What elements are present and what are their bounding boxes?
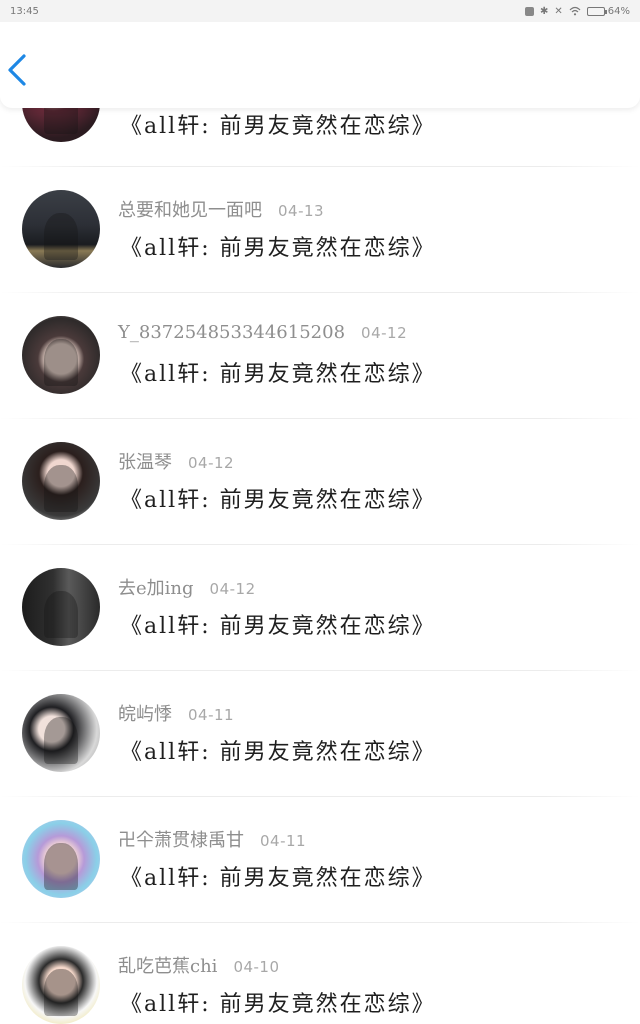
battery-indicator: 64% <box>586 5 630 17</box>
list-item[interactable]: 皖屿悸 04-11 《all轩: 前男友竟然在恋综》 <box>0 694 640 820</box>
date: 04-11 <box>260 832 307 850</box>
username[interactable]: 皖屿悸 <box>118 700 172 726</box>
divider <box>0 544 640 545</box>
username[interactable]: 总要和她见一面吧 <box>118 196 262 222</box>
status-time: 13:45 <box>10 5 39 17</box>
chevron-left-icon <box>8 54 26 86</box>
list-item[interactable]: 卍仐萧贯棣禹甘 04-11 《all轩: 前男友竟然在恋综》 <box>0 820 640 946</box>
name-line: 皖屿悸 04-11 <box>118 700 234 726</box>
date: 04-12 <box>361 324 408 342</box>
avatar[interactable] <box>22 946 100 1024</box>
avatar[interactable] <box>22 442 100 520</box>
divider <box>0 670 640 671</box>
name-line: 乱吃芭蕉chi 04-10 <box>118 952 280 978</box>
divider <box>0 418 640 419</box>
top-navigation-bar <box>0 22 640 108</box>
battery-text: 64% <box>607 5 630 17</box>
comment-text: 《all轩: 前男友竟然在恋综》 <box>120 236 436 261</box>
list-item[interactable]: 去e加ing 04-12 《all轩: 前男友竟然在恋综》 <box>0 568 640 694</box>
username[interactable]: 去e加ing <box>118 574 194 600</box>
comment-text: 《all轩: 前男友竟然在恋综》 <box>120 740 436 765</box>
username[interactable]: Y_837254853344615208 <box>118 322 345 343</box>
status-bar: 13:45 ✱ ✕ 64% <box>0 0 640 22</box>
comment-text: 《all轩: 前男友竟然在恋综》 <box>120 362 436 387</box>
username[interactable]: 张温琴 <box>118 448 172 474</box>
avatar[interactable] <box>22 190 100 268</box>
name-line: 卍仐萧贯棣禹甘 04-11 <box>118 826 306 852</box>
comment-text: 《all轩: 前男友竟然在恋综》 <box>120 614 436 639</box>
name-line: 总要和她见一面吧 04-13 <box>118 196 324 222</box>
status-icons: ✱ ✕ 64% <box>524 5 630 17</box>
nfc-icon <box>524 6 534 16</box>
username[interactable]: 卍仐萧贯棣禹甘 <box>118 826 244 852</box>
battery-icon <box>586 6 607 16</box>
list-item[interactable]: Y_837254853344615208 04-12 《all轩: 前男友竟然在… <box>0 316 640 442</box>
name-line: Y_837254853344615208 04-12 <box>118 322 407 343</box>
date: 04-12 <box>209 580 256 598</box>
wifi-icon <box>569 6 581 16</box>
date: 04-12 <box>188 454 235 472</box>
divider <box>0 292 640 293</box>
divider <box>0 922 640 923</box>
list-item[interactable]: 张温琴 04-12 《all轩: 前男友竟然在恋综》 <box>0 442 640 568</box>
divider <box>0 796 640 797</box>
name-line: 张温琴 04-12 <box>118 448 234 474</box>
comment-text: 《all轩: 前男友竟然在恋综》 <box>120 488 436 513</box>
divider <box>0 166 640 167</box>
name-line: 去e加ing 04-12 <box>118 574 256 600</box>
comment-text: 《all轩: 前男友竟然在恋综》 <box>120 992 436 1017</box>
avatar[interactable] <box>22 568 100 646</box>
list-item[interactable]: 总要和她见一面吧 04-13 《all轩: 前男友竟然在恋综》 <box>0 190 640 316</box>
comment-text: 《all轩: 前男友竟然在恋综》 <box>120 866 436 891</box>
date: 04-11 <box>188 706 235 724</box>
mute-icon: ✕ <box>554 5 563 17</box>
list-item[interactable]: 乱吃芭蕉chi 04-10 《all轩: 前男友竟然在恋综》 <box>0 946 640 1024</box>
username[interactable]: 乱吃芭蕉chi <box>118 952 217 978</box>
date: 04-10 <box>233 958 280 976</box>
bluetooth-icon: ✱ <box>539 5 549 17</box>
avatar[interactable] <box>22 694 100 772</box>
avatar[interactable] <box>22 820 100 898</box>
date: 04-13 <box>278 202 325 220</box>
avatar[interactable] <box>22 316 100 394</box>
back-button[interactable] <box>4 52 32 88</box>
comment-text: 《all轩: 前男友竟然在恋综》 <box>120 114 436 139</box>
